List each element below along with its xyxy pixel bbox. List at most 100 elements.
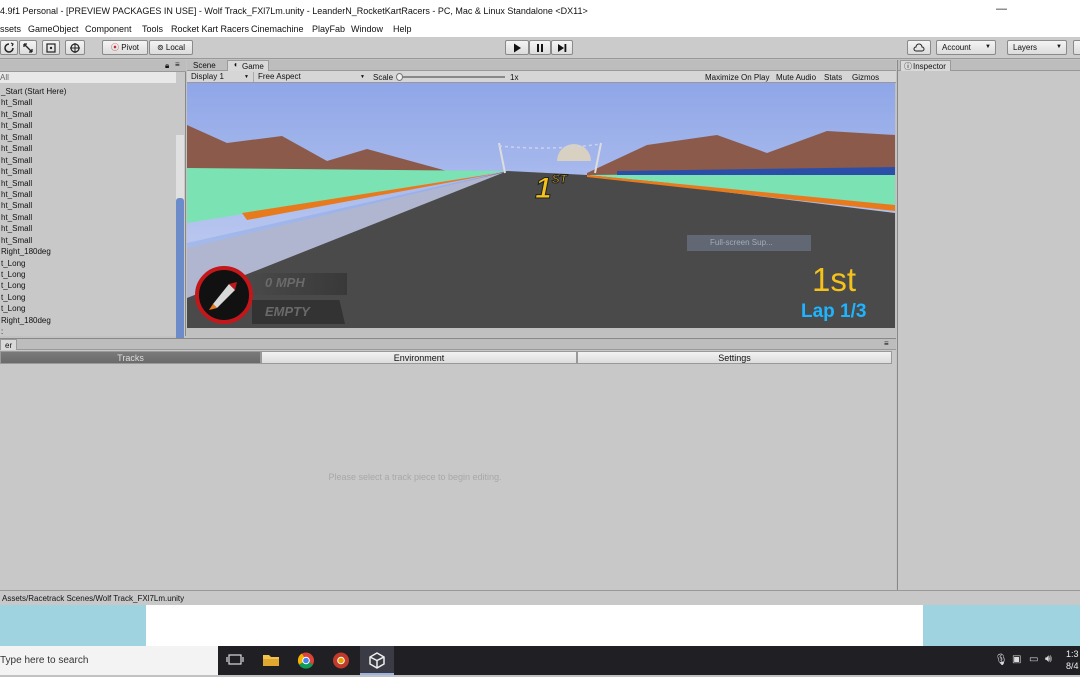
gizmos-dropdown[interactable]: Gizmos	[852, 73, 879, 82]
play-button[interactable]	[505, 40, 529, 55]
layout-dropdown[interactable]	[1073, 40, 1080, 55]
taskbar-chrome[interactable]	[289, 646, 323, 675]
rect-tool-button[interactable]	[42, 40, 60, 55]
list-item[interactable]: ht_Small	[0, 200, 175, 211]
microphone-icon[interactable]: 🎙︎	[994, 653, 1008, 666]
transform-tool-button[interactable]	[65, 40, 85, 55]
game-viewport[interactable]: 1ST Full-screen Sup... 0 MPH EMPTY 1st L…	[187, 83, 895, 328]
menu-gameobject[interactable]: GameObject	[28, 24, 79, 34]
list-item[interactable]: Right_180deg	[0, 315, 175, 326]
display-dropdown[interactable]: Display 1 ▼	[191, 72, 251, 82]
mute-audio-toggle[interactable]: Mute Audio	[776, 73, 816, 82]
pivot-toggle[interactable]: ⦿ Pivot	[102, 40, 148, 55]
speed-readout: 0 MPH	[265, 275, 305, 290]
list-item[interactable]: t_Long	[0, 258, 175, 269]
scale-slider[interactable]	[397, 76, 505, 78]
scale-label: Scale	[373, 73, 394, 82]
menu-tools[interactable]: Tools	[142, 24, 163, 34]
collab-button[interactable]	[907, 40, 931, 55]
menu-cinemachine[interactable]: Cinemachine	[251, 24, 304, 34]
aspect-dropdown[interactable]: Free Aspect ▼	[253, 72, 367, 82]
layers-dropdown[interactable]: Layers ▼	[1007, 40, 1067, 55]
list-item[interactable]: ht_Small	[0, 97, 175, 108]
account-dropdown[interactable]: Account ▼	[936, 40, 996, 55]
minimize-button[interactable]: —	[996, 3, 1007, 15]
list-item[interactable]: ht_Small	[0, 235, 175, 246]
subtab-settings[interactable]: Settings	[577, 351, 892, 364]
list-item[interactable]: t_Long	[0, 269, 175, 280]
list-item[interactable]: t_Long	[0, 303, 175, 314]
race-position: 1st	[812, 261, 857, 298]
local-toggle[interactable]: ⊚ Local	[149, 40, 193, 55]
tab-scene[interactable]: Scene	[189, 60, 220, 71]
tab-inspector[interactable]: ⓘ Inspector	[900, 60, 951, 71]
account-label: Account	[942, 43, 971, 52]
list-item[interactable]: t_Long	[0, 280, 175, 291]
status-bar: Assets/Racetrack Scenes/Wolf Track_FXl7L…	[0, 590, 1080, 605]
aspect-label: Free Aspect	[258, 72, 301, 81]
chevron-down-icon: ▼	[985, 44, 991, 50]
maximize-on-play-toggle[interactable]: Maximize On Play	[705, 73, 769, 82]
list-item[interactable]: ht_Small	[0, 189, 175, 200]
list-item[interactable]: ht_Small	[0, 143, 175, 154]
list-item[interactable]: ht_Small	[0, 178, 175, 189]
network-icon[interactable]: ▣	[1012, 654, 1021, 665]
list-item[interactable]: :	[0, 326, 175, 337]
tab-track-editor[interactable]: er	[0, 339, 18, 350]
hierarchy-list: _Start (Start Here) ht_Small ht_Small ht…	[0, 86, 175, 338]
taskbar-chrome-2[interactable]	[324, 646, 358, 675]
hierarchy-search-value: All	[0, 73, 9, 82]
taskbar-search[interactable]: Type here to search	[0, 646, 218, 675]
menu-playfab[interactable]: PlayFab	[312, 24, 345, 34]
transform-icon	[70, 43, 80, 53]
list-item[interactable]: Right_180deg	[0, 246, 175, 257]
list-item[interactable]: ht_Small	[0, 212, 175, 223]
list-item[interactable]: ht_Small	[0, 155, 175, 166]
clock-time: 1:3	[1066, 649, 1079, 659]
list-item[interactable]: ht_Small	[0, 166, 175, 177]
hierarchy-search[interactable]: All	[0, 72, 176, 83]
inspector-tab-label: Inspector	[913, 62, 946, 71]
volume-icon[interactable]: 🔊︎	[1045, 653, 1052, 666]
game-view-panel: Scene Game ◖ Display 1 ▼ Free Aspect ▼ S…	[187, 60, 896, 337]
menu-help[interactable]: Help	[393, 24, 412, 34]
stats-toggle[interactable]: Stats	[824, 73, 842, 82]
list-item[interactable]: ht_Small	[0, 132, 175, 143]
list-item[interactable]: t_Long	[0, 292, 175, 303]
lock-icon[interactable]: 🔒︎	[165, 61, 169, 71]
menu-window[interactable]: Window	[351, 24, 383, 34]
chevron-down-icon: ▼	[1056, 44, 1062, 50]
window-title: 4.9f1 Personal - [PREVIEW PACKAGES IN US…	[0, 6, 588, 16]
empty-state-message: Please select a track piece to begin edi…	[328, 472, 502, 482]
menu-assets[interactable]: ssets	[0, 24, 21, 34]
rect-icon	[46, 43, 56, 53]
taskbar: Type here to search 🎙︎ ▣ ▭ 🔊︎ 1:3 8/4	[0, 646, 1080, 675]
subtab-environment[interactable]: Environment	[261, 351, 577, 364]
rotate-tool-button[interactable]	[0, 40, 18, 55]
menu-icon[interactable]: ≡	[175, 60, 180, 69]
scale-tool-button[interactable]	[19, 40, 37, 55]
menu-icon[interactable]: ≡	[884, 339, 889, 348]
list-item[interactable]: _Start (Start Here)	[0, 86, 175, 97]
track-editor-panel: er ≡ Tracks Environment Settings Please …	[0, 338, 896, 590]
pivot-icon: ⦿	[110, 43, 119, 52]
battery-icon[interactable]: ▭	[1029, 654, 1038, 665]
subtab-tracks[interactable]: Tracks	[0, 351, 261, 364]
list-item[interactable]: ht_Small	[0, 120, 175, 131]
pause-button[interactable]	[529, 40, 551, 55]
menu-rocket-kart-racers[interactable]: Rocket Kart Racers	[171, 24, 249, 34]
clock[interactable]: 1:3 8/4	[1066, 648, 1079, 672]
pivot-label: Pivot	[121, 43, 140, 52]
task-view-button[interactable]	[218, 646, 252, 675]
hierarchy-header: 🔒︎ ≡	[0, 60, 186, 72]
taskbar-unity[interactable]	[360, 646, 394, 675]
taskbar-file-explorer[interactable]	[254, 646, 288, 675]
task-view-icon	[226, 654, 244, 665]
step-button[interactable]	[551, 40, 573, 55]
menu-component[interactable]: Component	[85, 24, 132, 34]
list-item[interactable]: ht_Small	[0, 109, 175, 120]
scale-slider-handle[interactable]	[396, 73, 403, 81]
center-position-indicator: 1ST	[535, 172, 568, 206]
center-position-number: 1	[535, 172, 553, 206]
list-item[interactable]: ht_Small	[0, 223, 175, 234]
